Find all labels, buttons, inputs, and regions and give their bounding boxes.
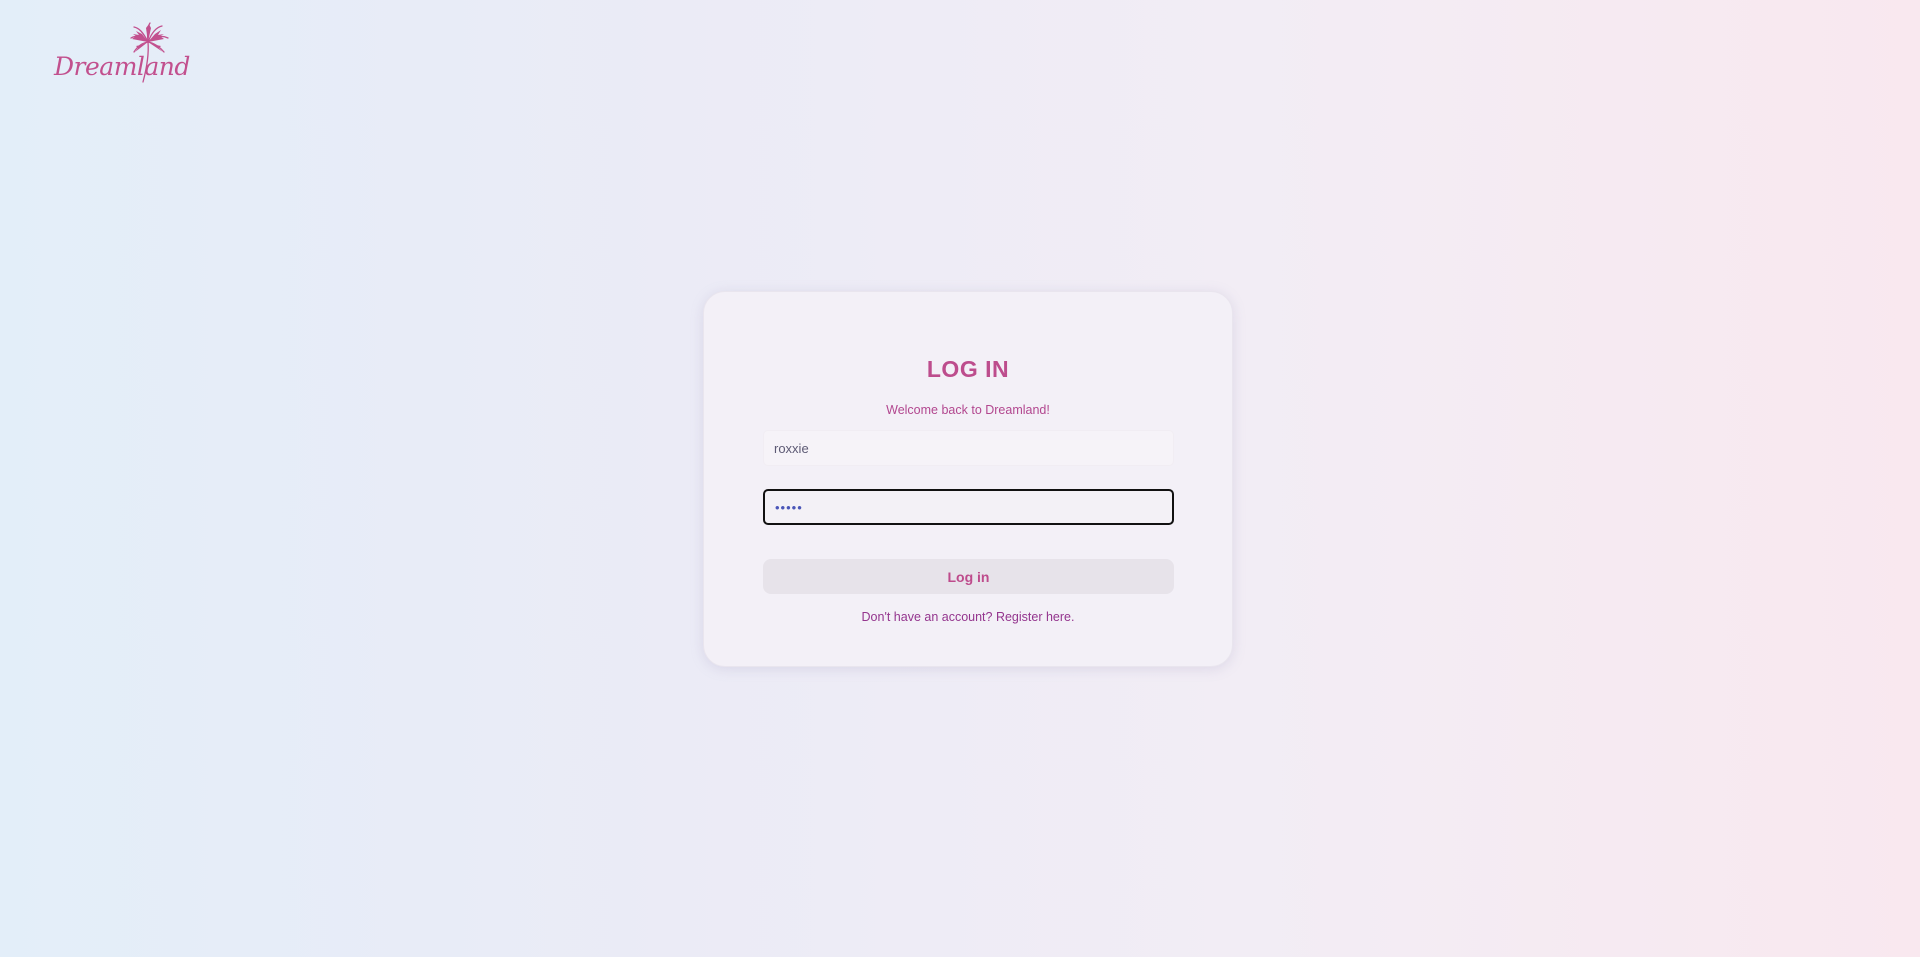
login-card: LOG IN Welcome back to Dreamland! Log in…: [703, 291, 1233, 667]
brand-name: Dreamland: [54, 52, 190, 81]
password-input[interactable]: [763, 489, 1174, 525]
username-input[interactable]: [763, 430, 1174, 466]
dreamland-logo[interactable]: Dreamland: [52, 22, 190, 86]
login-button[interactable]: Log in: [763, 559, 1174, 594]
page-title: LOG IN: [926, 356, 1010, 382]
register-link[interactable]: Don't have an account? Register here.: [704, 610, 1232, 624]
welcome-subtitle: Welcome back to Dreamland!: [886, 403, 1050, 417]
